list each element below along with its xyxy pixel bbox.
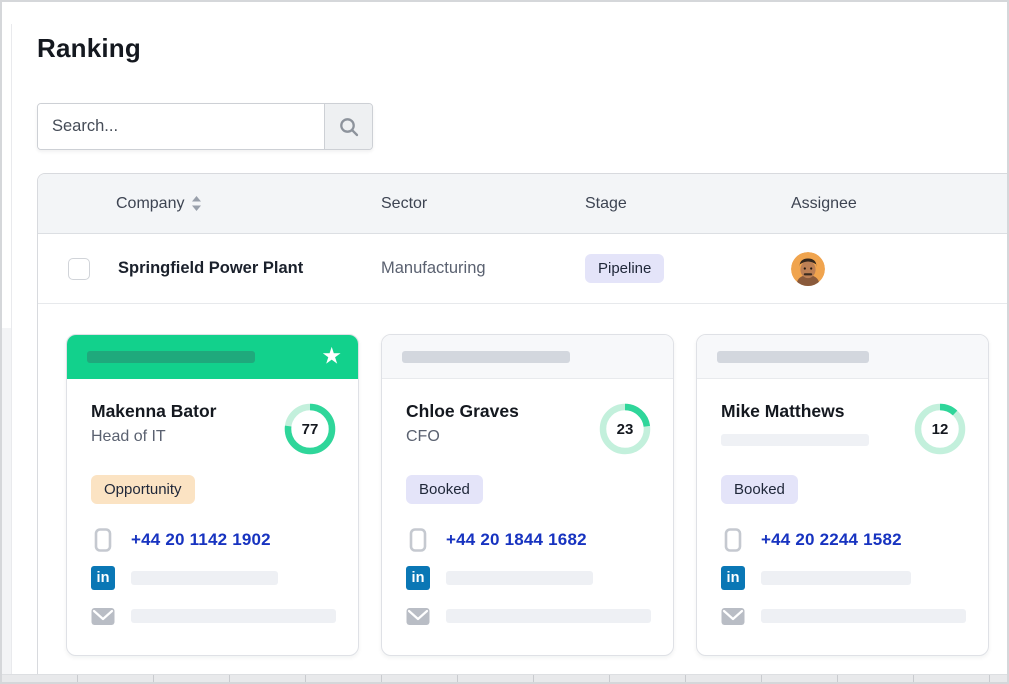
phone-icon — [721, 528, 745, 552]
contact-job-title: Head of IT — [91, 428, 216, 446]
contact-card-makenna[interactable]: ★ Makenna Bator Head of IT — [66, 334, 359, 656]
left-gutter — [2, 328, 11, 675]
left-gutter-line — [11, 24, 12, 674]
horizontal-scrollbar[interactable] — [2, 674, 1007, 682]
placeholder-bar — [446, 571, 593, 585]
column-header-company[interactable]: Company — [38, 195, 381, 213]
phone-icon — [91, 528, 115, 552]
contact-cards: ★ Makenna Bator Head of IT — [66, 334, 1009, 656]
search-icon — [338, 116, 360, 138]
search-button[interactable] — [324, 104, 372, 149]
column-label: Sector — [381, 195, 427, 213]
sort-arrows-icon — [191, 196, 202, 211]
contact-name: Chloe Graves — [406, 401, 519, 422]
table-row[interactable]: Springfield Power Plant Manufacturing Pi… — [38, 234, 1009, 304]
ranking-table: Company Sector Stage Assignee — [37, 173, 1009, 676]
contact-name: Makenna Bator — [91, 401, 216, 422]
column-label: Assignee — [791, 195, 857, 213]
placeholder-bar — [761, 571, 911, 585]
score-value: 23 — [599, 403, 651, 455]
contact-job-title-placeholder — [721, 434, 869, 446]
score-value: 77 — [284, 403, 336, 455]
status-badge: Opportunity — [91, 475, 195, 504]
linkedin-icon[interactable]: in — [721, 566, 745, 590]
contact-card-chloe[interactable]: Chloe Graves CFO 23 Booked — [381, 334, 674, 656]
contact-name: Mike Matthews — [721, 401, 869, 422]
envelope-icon[interactable] — [91, 607, 115, 626]
score-ring: 23 — [599, 403, 651, 455]
status-badge: Booked — [406, 475, 483, 504]
column-label: Company — [116, 195, 184, 213]
phone-link[interactable]: +44 20 1142 1902 — [131, 530, 271, 550]
column-header-assignee: Assignee — [788, 195, 1009, 213]
card-header — [382, 335, 673, 379]
column-header-sector: Sector — [381, 195, 585, 213]
placeholder-bar — [131, 609, 336, 623]
envelope-icon[interactable] — [406, 607, 430, 626]
status-badge: Booked — [721, 475, 798, 504]
placeholder-bar — [131, 571, 278, 585]
contact-card-mike[interactable]: Mike Matthews 12 Booked — [696, 334, 989, 656]
company-name: Springfield Power Plant — [118, 259, 303, 278]
envelope-icon[interactable] — [721, 607, 745, 626]
page-title: Ranking — [37, 33, 141, 64]
placeholder-bar — [87, 351, 255, 363]
score-ring: 12 — [914, 403, 966, 455]
assignee-avatar — [791, 252, 825, 286]
placeholder-bar — [402, 351, 570, 363]
phone-link[interactable]: +44 20 2244 1582 — [761, 530, 902, 550]
card-header-highlighted: ★ — [67, 335, 358, 379]
card-header — [697, 335, 988, 379]
score-value: 12 — [914, 403, 966, 455]
column-label: Stage — [585, 195, 627, 213]
phone-link[interactable]: +44 20 1844 1682 — [446, 530, 587, 550]
score-ring: 77 — [284, 403, 336, 455]
contact-job-title: CFO — [406, 428, 519, 446]
phone-icon — [406, 528, 430, 552]
column-header-stage: Stage — [585, 195, 788, 213]
placeholder-bar — [446, 609, 651, 623]
placeholder-bar — [717, 351, 869, 363]
row-checkbox[interactable] — [68, 258, 90, 280]
table-header-row: Company Sector Stage Assignee — [38, 174, 1009, 234]
search-input[interactable] — [38, 104, 324, 149]
star-icon[interactable]: ★ — [321, 345, 342, 368]
search-bar — [37, 103, 373, 150]
linkedin-icon[interactable]: in — [91, 566, 115, 590]
ranking-page: Ranking Company — [0, 0, 1009, 684]
placeholder-bar — [761, 609, 966, 623]
stage-badge: Pipeline — [585, 254, 664, 283]
linkedin-icon[interactable]: in — [406, 566, 430, 590]
sector-value: Manufacturing — [381, 259, 585, 278]
